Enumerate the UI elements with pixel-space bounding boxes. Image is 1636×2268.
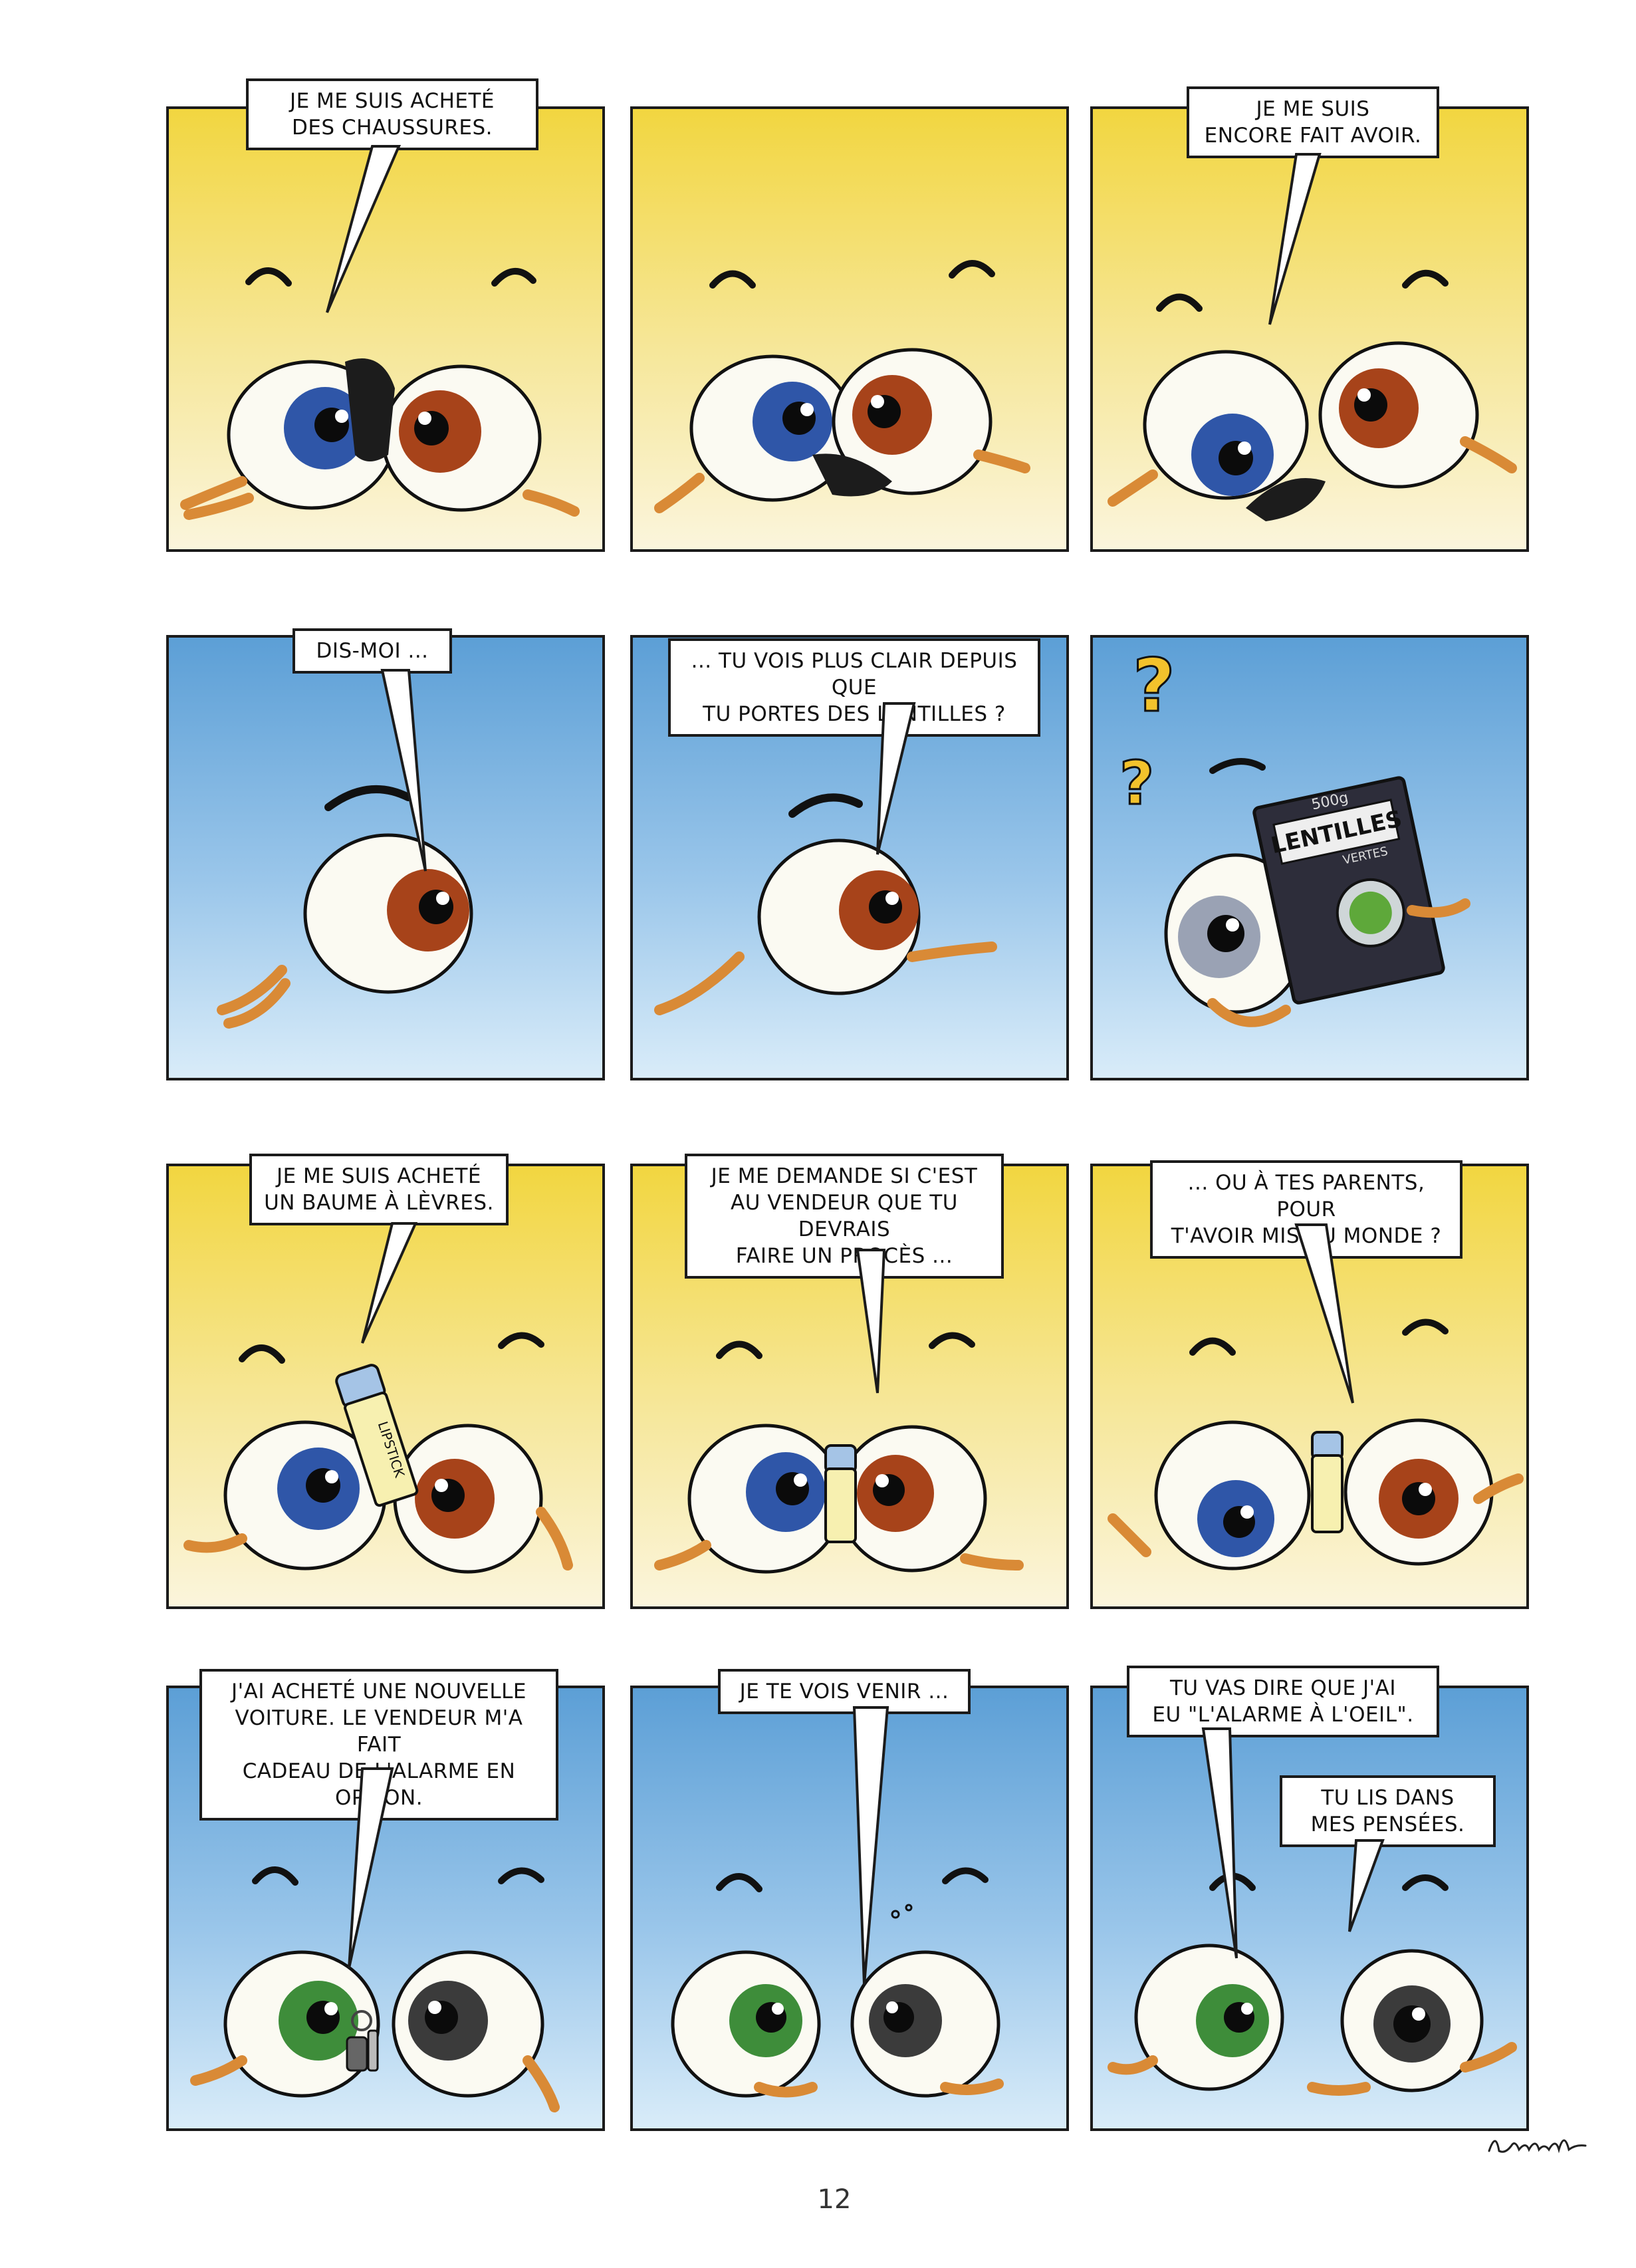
speech-bubble: DIS-MOI ...	[292, 628, 452, 674]
speech-bubble: JE ME SUIS ENCORE FAIT AVOIR.	[1187, 86, 1439, 158]
speech-bubble: TU VAS DIRE QUE J'AI EU "L'ALARME À L'OE…	[1127, 1666, 1439, 1737]
panel-2-3: ? ? 500g LENTILLES VERTES	[1090, 635, 1529, 1080]
question-mark: ?	[1133, 643, 1175, 728]
page-number: 12	[817, 2184, 852, 2215]
speech-bubble: JE ME DEMANDE SI C'EST AU VENDEUR QUE TU…	[685, 1154, 1004, 1279]
panel-illustration	[180, 267, 580, 520]
panel-illustration	[1108, 1872, 1517, 2096]
artist-signature	[1488, 2139, 1587, 2154]
panel-4-3	[1090, 1686, 1529, 2131]
speech-bubble: JE TE VOIS VENIR ...	[718, 1669, 971, 1714]
panel-illustration: LIPSTICK	[183, 1332, 573, 1574]
speech-bubble: ... OU À TES PARENTS, POUR T'AVOIR MIS A…	[1150, 1160, 1462, 1259]
speech-bubble: ... TU VOIS PLUS CLAIR DEPUIS QUE TU POR…	[668, 638, 1040, 737]
panel-2-1	[166, 635, 605, 1080]
panel-1-2	[630, 106, 1069, 552]
panel-1-1	[166, 106, 605, 552]
question-mark: ?	[1119, 749, 1154, 819]
speech-bubble: J'AI ACHETÉ UNE NOUVELLE VOITURE. LE VEN…	[199, 1669, 558, 1821]
speech-bubble: JE ME SUIS ACHETÉ DES CHAUSSURES.	[246, 78, 538, 150]
panel-4-2	[630, 1686, 1069, 2131]
panel-1-3	[1090, 106, 1529, 552]
panel-3-1: LIPSTICK	[166, 1164, 605, 1609]
panel-illustration: ? ? 500g LENTILLES VERTES	[1119, 642, 1470, 1027]
speech-bubble: TU LIS DANS MES PENSÉES.	[1280, 1775, 1496, 1847]
panel-illustration	[654, 260, 1030, 513]
panel-illustration	[671, 1867, 1004, 2098]
panel-illustration	[217, 785, 473, 1029]
speech-bubble: JE ME SUIS ACHETÉ UN BAUME À LÈVRES.	[249, 1154, 509, 1225]
panel-illustration	[1108, 269, 1517, 521]
